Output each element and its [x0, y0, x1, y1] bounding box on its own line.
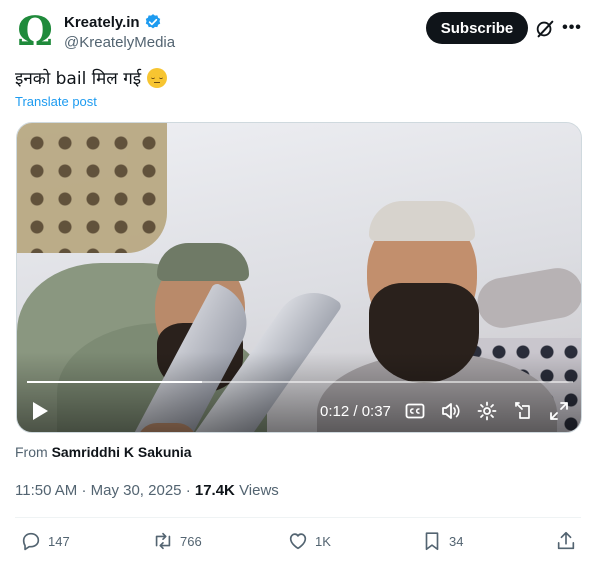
video-attribution: From Samriddhi K Sakunia [15, 444, 192, 460]
views-count: 17.4K [194, 482, 235, 499]
video-player[interactable]: 0:12 / 0:37 [16, 122, 582, 433]
author-block: Kreately.in @KreatelyMedia [64, 12, 175, 52]
post-date[interactable]: May 30, 2025 [91, 482, 182, 499]
reply-button[interactable]: 147 [20, 530, 70, 552]
captions-icon[interactable] [405, 401, 425, 421]
bookmark-button[interactable]: 34 [421, 530, 463, 552]
translate-post-link[interactable]: Translate post [15, 94, 97, 109]
settings-icon[interactable] [477, 401, 497, 421]
grok-icon[interactable] [534, 18, 556, 40]
from-label: From [15, 444, 48, 460]
share-button[interactable] [555, 530, 577, 552]
more-icon[interactable]: ••• [562, 18, 582, 38]
video-progress-fill [27, 381, 202, 383]
video-frame-pillow [17, 123, 167, 253]
fullscreen-icon[interactable] [549, 401, 569, 421]
video-frame-person [157, 243, 249, 281]
video-time: 0:12 / 0:37 [320, 403, 391, 420]
meta-separator: · [185, 482, 191, 499]
post-time[interactable]: 11:50 AM [15, 482, 77, 499]
views-label: Views [239, 482, 279, 499]
post-meta: 11:50 AM · May 30, 2025 · 17.4K Views [15, 482, 279, 499]
post-header: Ω Kreately.in @KreatelyMedia Subscribe •… [0, 0, 596, 60]
post-body: इनको bail मिल गई [15, 69, 142, 89]
action-bar: 147 766 1K 34 [0, 526, 596, 560]
bookmark-count: 34 [449, 533, 464, 549]
like-button[interactable]: 1K [287, 530, 331, 552]
reply-count: 147 [48, 533, 70, 549]
reply-icon [22, 532, 40, 551]
video-progress-bar[interactable] [27, 381, 573, 383]
meta-separator: · [81, 482, 87, 499]
repost-button[interactable]: 766 [152, 530, 202, 552]
display-name[interactable]: Kreately.in [64, 14, 140, 31]
attribution-author-link[interactable]: Samriddhi K Sakunia [52, 444, 192, 460]
subscribe-button[interactable]: Subscribe [426, 12, 528, 44]
bookmark-icon [425, 532, 439, 551]
heart-icon [289, 533, 307, 550]
handle[interactable]: @KreatelyMedia [64, 34, 175, 51]
video-frame-person [369, 201, 475, 241]
divider [15, 517, 581, 518]
volume-icon[interactable] [441, 401, 461, 421]
like-count: 1K [315, 533, 331, 549]
pensive-face-icon [147, 67, 168, 88]
play-icon[interactable] [31, 401, 49, 421]
popout-icon[interactable] [513, 401, 533, 421]
repost-count: 766 [180, 533, 202, 549]
post-text: इनको bail मिल गई [15, 66, 168, 89]
verified-badge-icon [145, 14, 160, 29]
avatar[interactable]: Ω [15, 12, 55, 52]
omega-logo-icon: Ω [17, 8, 53, 55]
name-row: Kreately.in [64, 12, 175, 32]
share-icon [557, 531, 575, 550]
repost-icon [155, 532, 171, 550]
video-controls-scrim [17, 352, 581, 432]
